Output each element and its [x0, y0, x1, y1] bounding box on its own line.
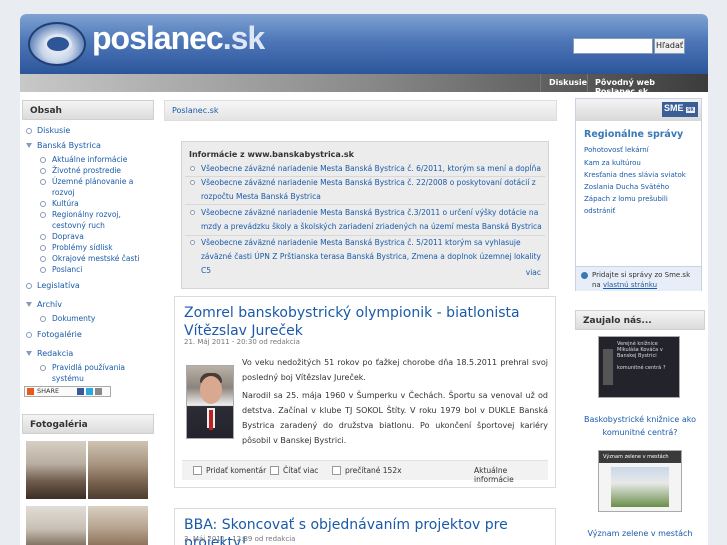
bullet-icon [26, 283, 32, 289]
sidebar-subitem[interactable]: Okrajové mestské časti [24, 253, 154, 264]
add-comment-link[interactable]: Pridať komentár [206, 466, 266, 475]
expand-arrow-icon [26, 302, 32, 307]
comment-icon [193, 466, 202, 475]
sme-news-link[interactable]: Kam za kultúrou [584, 157, 699, 169]
search-button[interactable]: Hľadať [654, 38, 685, 54]
sidebar-subitem[interactable]: Regionálny rozvoj, cestovný ruch [24, 209, 154, 231]
zaujalo-caption[interactable]: Význam zelene v mestách [578, 527, 702, 540]
sme-news-link[interactable]: Kresťania dnes slávia sviatok Zoslania D… [584, 169, 699, 193]
article-footer: Pridať komentár Čítať viac prečítané 152… [182, 460, 548, 484]
gallery-title: Fotogaléria [22, 414, 154, 434]
category-link[interactable]: Aktuálne informácie [474, 466, 548, 484]
sidebar-subitem[interactable]: Kultúra [24, 198, 154, 209]
feed-more-link[interactable]: viac [526, 268, 541, 277]
sidebar-subitem[interactable]: Dokumenty [24, 313, 154, 324]
sidebar-item-banska-bystrica[interactable]: Banská Bystrica [24, 139, 154, 154]
gallery-photo[interactable] [88, 506, 148, 545]
sidebar-subitem[interactable]: Životné prostredie [24, 165, 154, 176]
sidebar-nav: Diskusie Banská Bystrica Aktuálne inform… [24, 124, 154, 384]
sidebar-subitem[interactable]: Pravidlá používania systému [24, 362, 154, 384]
read-count: prečítané 152x [345, 466, 402, 475]
article-card: BBA: Skoncovať s objednávaním projektov … [174, 508, 556, 545]
bullet-icon [190, 240, 195, 245]
feed-item[interactable]: Všeobecne záväzné nariadenie Mesta Bansk… [190, 236, 546, 278]
sidebar-subitem[interactable]: Doprava [24, 231, 154, 242]
facebook-icon [77, 388, 84, 395]
sidebar-item-archiv[interactable]: Archív [24, 298, 154, 313]
article-body: Vo veku nedožitých 51 rokov po ťažkej ch… [242, 358, 548, 445]
rss-feed-box: Informácie z www.banskabystrica.sk Všeob… [181, 141, 549, 289]
article-card: Zomrel banskobystrický olympionik - biat… [174, 296, 556, 488]
article-date: 21. Máj 2011 - 20:30 od redakcia [184, 338, 300, 346]
sidebar-item-fotogalerie[interactable]: Fotogalérie [24, 328, 154, 343]
sme-logo[interactable]: SME sk [662, 102, 698, 117]
site-logo[interactable]: poslanec.sk [92, 20, 265, 57]
feed-item[interactable]: Všeobecne záväzné nariadenie Mesta Bansk… [190, 176, 546, 204]
sidebar-item-diskusie[interactable]: Diskusie [24, 124, 154, 139]
sidebar-subitem[interactable]: Poslanci [24, 264, 154, 275]
read-more-link[interactable]: Čítať viac [283, 466, 318, 475]
feed-item[interactable]: Všeobecne záväzné nariadenie Mesta Bansk… [190, 206, 546, 234]
sme-news-link[interactable]: Pohotovosť lekární [584, 144, 699, 156]
sme-widget-title: Regionálne správy [584, 129, 684, 140]
expand-arrow-icon [26, 351, 32, 356]
sidebar-subitem[interactable]: Územné plánovanie a rozvoj [24, 176, 154, 198]
expand-arrow-icon [26, 143, 32, 148]
info-icon [581, 272, 588, 279]
stats-icon [332, 466, 341, 475]
article-date: 3. Máj 2011 - 12:39 od redakcia [184, 535, 296, 543]
bullet-icon [190, 180, 195, 185]
own-page-link[interactable]: vlastnú stránku [603, 281, 657, 289]
feed-title: Informácie z www.banskabystrica.sk [189, 150, 354, 159]
bullet-icon [26, 128, 32, 134]
site-header: poslanec.sk Hľadať [20, 14, 708, 74]
search-input[interactable] [573, 38, 653, 54]
zaujalo-caption[interactable]: Baskobystrické knižnice ako komunitné ce… [578, 413, 702, 439]
bullet-icon [26, 332, 32, 338]
logo-icon[interactable] [28, 22, 86, 66]
share-plus-icon [27, 388, 34, 395]
article-photo [186, 365, 234, 439]
sme-news-link[interactable]: Zápach z lomu prešubili odstrániť [584, 193, 699, 217]
page: poslanec.sk Hľadať Diskusie Pôvodný web … [20, 14, 708, 545]
email-icon [95, 388, 102, 395]
sme-widget-footer: Pridajte si správy zo Sme.sk na vlastnú … [576, 266, 701, 291]
sidebar-subitem[interactable]: Aktuálne informácie [24, 154, 154, 165]
top-navigation: Diskusie Pôvodný web Poslanec.sk [20, 74, 708, 96]
gallery-photo[interactable] [26, 441, 86, 499]
read-more-icon [270, 466, 279, 475]
sme-news-widget: SME sk Regionálne správy Pohotovosť leká… [575, 98, 702, 291]
library-thumbnail[interactable]: Verejné knižnice Mikuláša Kováča v Bansk… [598, 336, 680, 398]
sidebar-title: Obsah [22, 100, 154, 120]
share-button[interactable]: SHARE [24, 386, 111, 397]
article-title[interactable]: Zomrel banskobystrický olympionik - biat… [184, 304, 544, 340]
greenery-thumbnail[interactable]: Význam zelene v mestách [598, 450, 682, 512]
topnav-diskusie[interactable]: Diskusie [549, 78, 587, 87]
topnav-povodny-web[interactable]: Pôvodný web Poslanec.sk [595, 78, 708, 96]
gallery-photo[interactable] [26, 506, 86, 545]
bullet-icon [190, 210, 195, 215]
breadcrumb[interactable]: Poslanec.sk [164, 100, 557, 121]
gallery-photo[interactable] [88, 441, 148, 499]
zaujalo-title: Zaujalo nás... [575, 310, 705, 330]
feed-item[interactable]: Všeobecne záväzné nariadenie Mesta Bansk… [190, 162, 546, 176]
bullet-icon [190, 166, 195, 171]
sidebar-item-legislativa[interactable]: Legislatíva [24, 279, 154, 294]
twitter-icon [86, 388, 93, 395]
sidebar-subitem[interactable]: Problémy sídlisk [24, 242, 154, 253]
sidebar-item-redakcia[interactable]: Redakcia [24, 347, 154, 362]
